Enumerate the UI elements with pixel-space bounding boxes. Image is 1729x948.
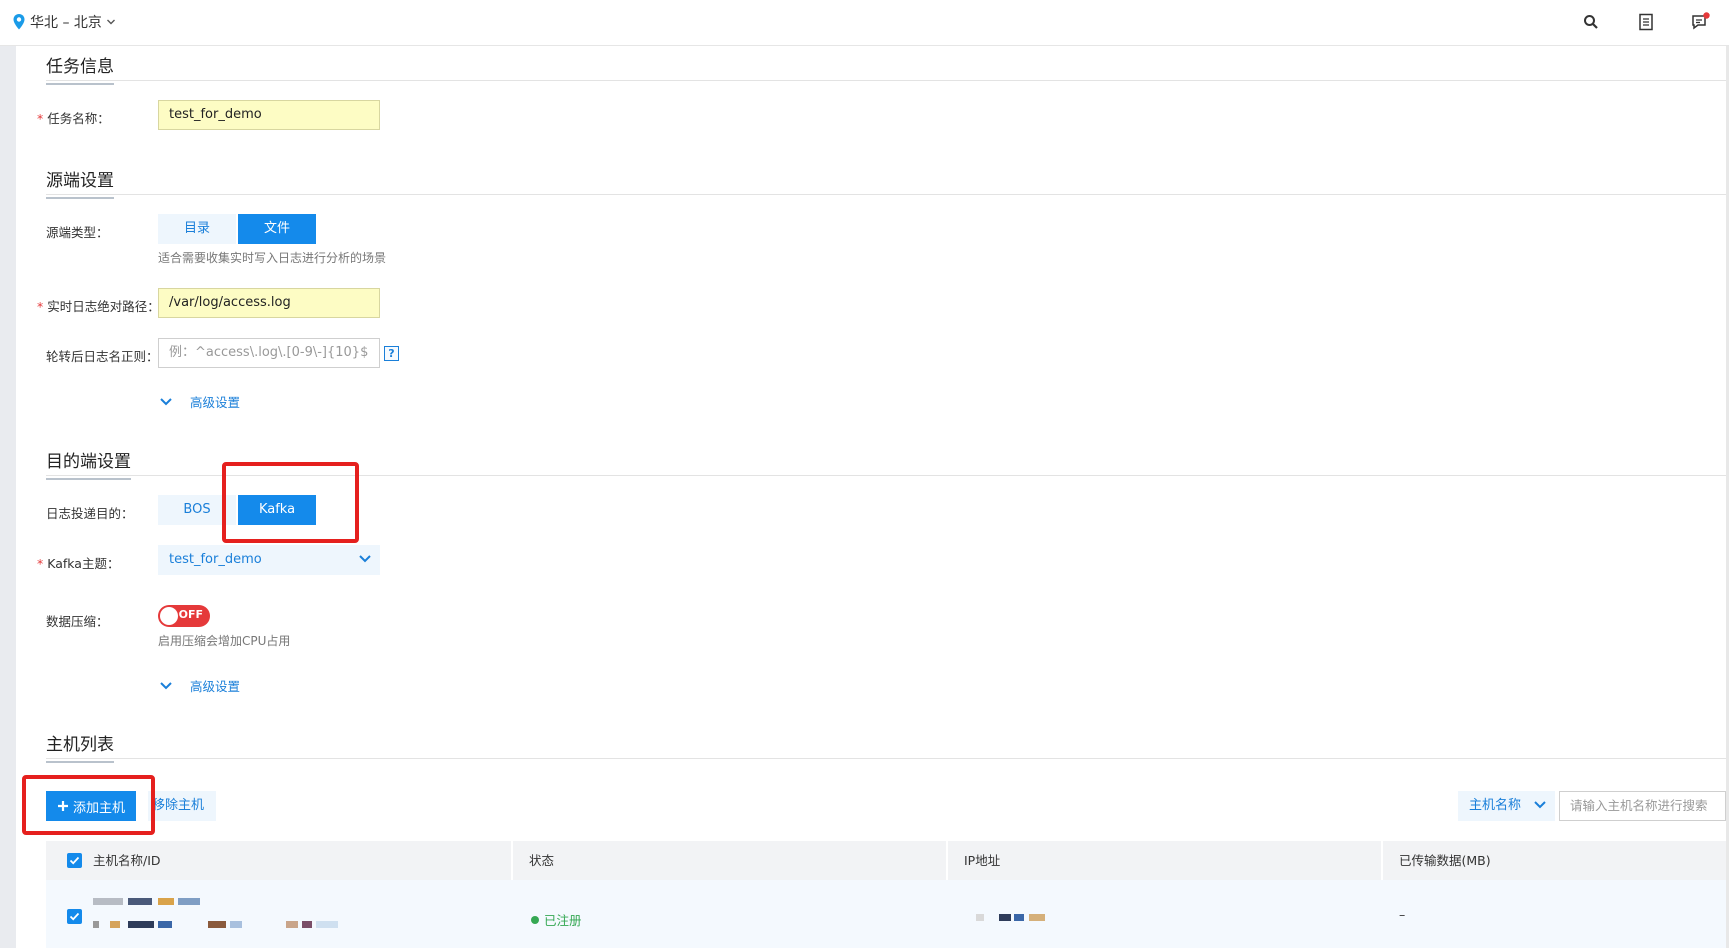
chevron-down-icon — [160, 681, 172, 689]
section-divider — [46, 475, 1726, 476]
chevron-down-icon — [160, 397, 172, 405]
host-filter-select[interactable]: 主机名称 — [1458, 791, 1555, 821]
column-divider — [1381, 841, 1383, 880]
column-divider — [946, 841, 948, 880]
toggle-knob — [160, 607, 178, 625]
row-checkbox[interactable] — [67, 909, 82, 924]
kafka-topic-value: test_for_demo — [169, 552, 262, 567]
region-selector[interactable]: 华北 – 北京 — [12, 12, 116, 32]
task-name-input[interactable]: test_for_demo — [158, 100, 380, 130]
transferred-value: – — [1399, 907, 1406, 922]
source-type-hint: 适合需要收集实时写入日志进行分析的场景 — [158, 251, 387, 265]
target-label: 日志投递目的： — [46, 506, 134, 521]
destination-advanced-toggle[interactable]: 高级设置 — [160, 676, 240, 695]
table-row[interactable]: 已注册 – — [46, 880, 1726, 948]
add-host-button[interactable]: 添加主机 — [46, 791, 137, 821]
column-header-status: 状态 — [529, 853, 555, 868]
host-filter-value: 主机名称 — [1469, 798, 1522, 813]
host-search-input[interactable]: 请输入主机名称进行搜索 — [1559, 791, 1726, 821]
compress-label: 数据压缩： — [46, 614, 109, 629]
compress-hint: 启用压缩会增加CPU占用 — [158, 634, 291, 648]
log-path-input[interactable]: /var/log/access.log — [158, 288, 380, 318]
host-table-header: 主机名称/ID 状态 IP地址 已传输数据(MB) — [46, 841, 1726, 880]
target-option-kafka[interactable]: Kafka — [238, 495, 316, 525]
location-pin-icon — [13, 14, 25, 30]
column-header-name: 主机名称/ID — [93, 853, 161, 868]
section-divider — [46, 758, 1726, 759]
check-icon — [69, 912, 80, 921]
region-label: 华北 – 北京 — [30, 15, 102, 31]
source-type-selector: 目录 文件 — [158, 214, 316, 244]
column-header-ip: IP地址 — [964, 853, 1001, 868]
toggle-state: OFF — [178, 608, 203, 621]
message-icon[interactable] — [1690, 11, 1712, 33]
search-icon[interactable] — [1580, 11, 1602, 33]
status-dot-icon — [531, 915, 539, 924]
source-type-option-directory[interactable]: 目录 — [158, 214, 236, 244]
advanced-settings-link: 高级设置 — [190, 395, 241, 410]
add-host-label: 添加主机 — [73, 800, 126, 816]
section-divider — [46, 194, 1726, 195]
plus-icon — [58, 801, 68, 811]
log-path-label: * 实时日志绝对路径： — [37, 299, 160, 314]
source-type-label: 源端类型： — [46, 225, 109, 240]
rotate-regex-label: 轮转后日志名正则： — [46, 349, 159, 364]
source-advanced-toggle[interactable]: 高级设置 — [160, 392, 240, 411]
advanced-settings-link: 高级设置 — [190, 679, 241, 694]
chevron-down-icon — [359, 555, 371, 563]
column-header-transferred: 已传输数据(MB) — [1399, 853, 1491, 868]
check-icon — [69, 856, 80, 865]
sidebar-rail — [0, 46, 16, 948]
source-type-option-file[interactable]: 文件 — [238, 214, 316, 244]
kafka-topic-label: * Kafka主题： — [37, 556, 120, 571]
chevron-down-icon — [1534, 801, 1546, 809]
target-selector: BOS Kafka — [158, 495, 316, 525]
top-bar: 华北 – 北京 — [0, 0, 1729, 46]
document-icon[interactable] — [1635, 11, 1657, 33]
status-badge: 已注册 — [531, 910, 582, 929]
task-name-label: * 任务名称： — [37, 111, 110, 126]
chevron-down-icon — [106, 19, 115, 25]
compress-toggle[interactable]: OFF — [158, 605, 210, 627]
rotate-regex-input[interactable]: 例：^access\.log\.[0-9\-]{10}$ — [158, 338, 380, 368]
section-divider — [46, 80, 1726, 81]
kafka-topic-select[interactable]: test_for_demo — [158, 545, 380, 575]
remove-host-button[interactable]: 移除主机 — [148, 791, 217, 821]
help-icon[interactable]: ? — [384, 346, 399, 361]
target-option-bos[interactable]: BOS — [158, 495, 236, 525]
column-divider — [511, 841, 513, 880]
select-all-checkbox[interactable] — [67, 853, 82, 868]
